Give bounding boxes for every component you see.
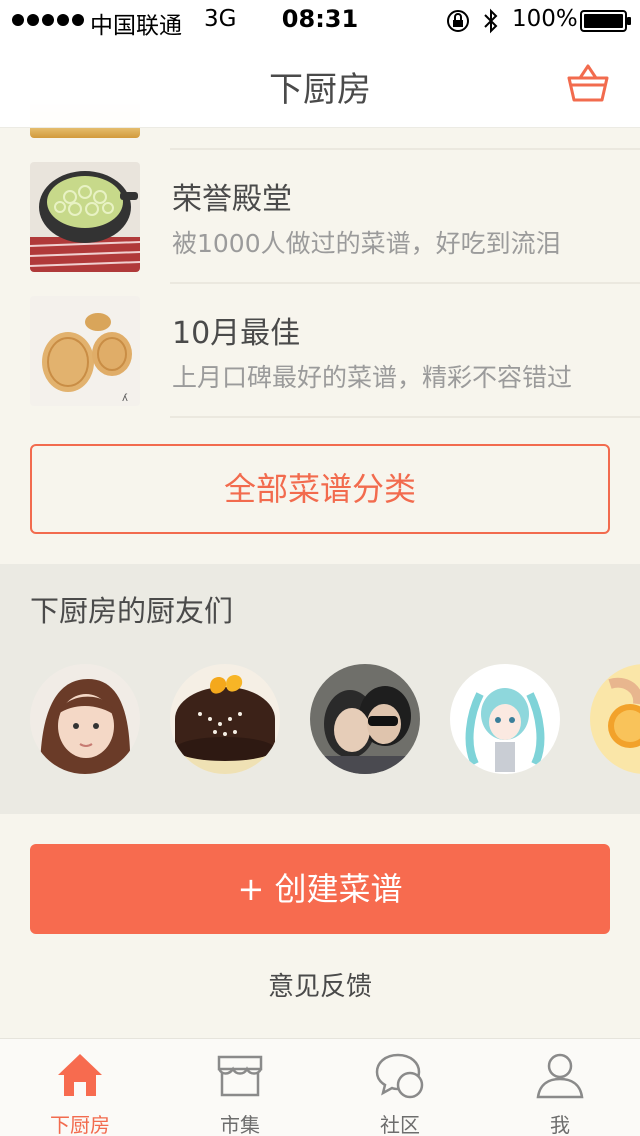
friend-avatar[interactable]: [450, 664, 560, 774]
tab-label: 市集: [220, 1113, 260, 1136]
tab-label: 下厨房: [50, 1113, 110, 1136]
list-item-monthly-best[interactable]: ʎ 10月最佳 上月口碑最好的菜谱，精彩不容错过: [0, 284, 640, 418]
bluetooth-icon: [484, 8, 498, 34]
divider: [170, 416, 640, 418]
svg-text:ʎ: ʎ: [122, 393, 128, 404]
list-item-subtitle: 上月口碑最好的菜谱，精彩不容错过: [172, 363, 573, 392]
friend-avatar[interactable]: [170, 664, 280, 774]
battery-icon: [580, 10, 631, 32]
tab-home[interactable]: 下厨房: [0, 1039, 160, 1136]
person-icon: [536, 1053, 584, 1099]
hall-of-fame-thumbnail: [30, 162, 140, 272]
friend-avatar[interactable]: [310, 664, 420, 774]
all-categories-button[interactable]: 全部菜谱分类: [30, 444, 610, 534]
status-bar: 中国联通 3G 08:31 100%: [0, 0, 640, 40]
tab-label: 社区: [380, 1113, 420, 1136]
basket-icon[interactable]: [566, 62, 610, 104]
home-icon: [58, 1054, 102, 1096]
list-item-title: 10月最佳: [172, 316, 301, 351]
tab-community[interactable]: 社区: [320, 1039, 480, 1136]
navigation-bar: 下厨房: [0, 40, 640, 128]
battery-percentage: 100%: [512, 6, 578, 32]
list-item-hall-of-fame[interactable]: 荣誉殿堂 被1000人做过的菜谱，好吃到流泪: [0, 150, 640, 284]
tab-me[interactable]: 我: [480, 1039, 640, 1136]
friends-section: 下厨房的厨友们: [0, 564, 640, 814]
list-item-title: 荣誉殿堂: [172, 182, 292, 217]
feedback-link[interactable]: 意见反馈: [0, 966, 640, 1003]
monthly-best-thumbnail: ʎ: [30, 296, 140, 406]
friend-avatar[interactable]: [590, 664, 640, 774]
chat-icon: [375, 1053, 424, 1099]
list-item-subtitle: 被1000人做过的菜谱，好吃到流泪: [172, 229, 561, 258]
tab-label: 我: [550, 1113, 570, 1136]
tab-bar: 下厨房 市集 社区 我: [0, 1038, 640, 1136]
create-recipe-button[interactable]: + 创建菜谱: [30, 844, 610, 934]
tab-market[interactable]: 市集: [160, 1039, 320, 1136]
rotation-lock-icon: [447, 10, 469, 32]
page-title: 下厨房: [269, 70, 371, 110]
friends-heading: 下厨房的厨友们: [30, 594, 234, 628]
friend-avatar[interactable]: [30, 664, 140, 774]
shop-icon: [217, 1055, 263, 1097]
